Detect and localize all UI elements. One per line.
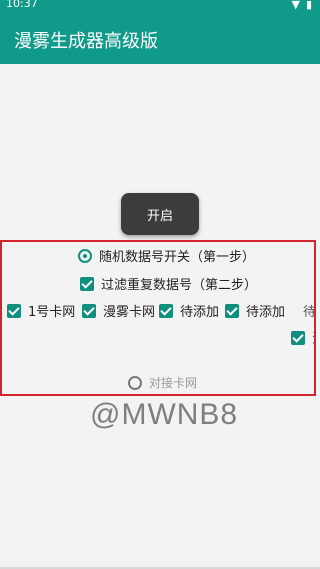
radio-connect-label: 对接卡网 (149, 376, 198, 390)
status-time: 10:37 (6, 0, 38, 10)
checkbox-checked-icon (225, 303, 239, 318)
checkbox-pending-2-label: 待添加 (246, 305, 286, 320)
checkbox-pending-3-label: 待 (303, 305, 316, 320)
app-bar: 漫雾生成器高级版 (0, 12, 320, 64)
radio-random-id-label: 随机数据号开关（第一步） (99, 250, 256, 265)
checkbox-pending-3-partial[interactable]: 待 (303, 301, 316, 320)
checkbox-card1-label: 1号卡网 (28, 305, 76, 320)
checkbox-checked-icon (80, 276, 94, 291)
checkbox-checked-icon (82, 303, 96, 318)
checkbox-card1[interactable]: 1号卡网 (7, 301, 75, 320)
status-bar: 10:37 ▼ ▮ (0, 0, 320, 12)
checkbox-card2[interactable]: 漫雾卡网 (82, 301, 155, 320)
status-icons: ▼ ▮ (291, 0, 312, 11)
start-button[interactable]: 开启 (121, 193, 199, 235)
checkbox-partial-cut-label: 浊 (312, 328, 314, 347)
checkbox-filter-dup-label: 过滤重复数据号（第二步） (101, 278, 258, 293)
app-title: 漫雾生成器高级版 (14, 31, 158, 52)
checkbox-checked-icon (159, 303, 173, 318)
checkbox-pending-1[interactable]: 待添加 (159, 301, 219, 320)
checkbox-checked-icon (291, 330, 305, 345)
radio-checked-icon (78, 248, 92, 263)
checkbox-pending-2[interactable]: 待添加 (225, 301, 285, 320)
watermark-text: @MWNB8 (90, 398, 239, 431)
checkbox-partial-cut[interactable]: 浊 (291, 328, 314, 347)
checkbox-pending-1-label: 待添加 (180, 305, 220, 320)
radio-connect[interactable]: 对接卡网 (128, 374, 197, 391)
checkbox-checked-icon (7, 303, 21, 318)
radio-unchecked-icon (128, 375, 142, 390)
checkbox-filter-dup[interactable]: 过滤重复数据号（第二步） (80, 274, 257, 293)
wifi-icon: ▼ (291, 0, 300, 11)
battery-icon: ▮ (305, 0, 312, 11)
options-panel: 随机数据号开关（第一步） 过滤重复数据号（第二步） 1号卡网 漫雾卡网 待添加 … (0, 240, 316, 396)
radio-random-id[interactable]: 随机数据号开关（第一步） (78, 246, 255, 265)
checkbox-card2-label: 漫雾卡网 (103, 305, 156, 320)
